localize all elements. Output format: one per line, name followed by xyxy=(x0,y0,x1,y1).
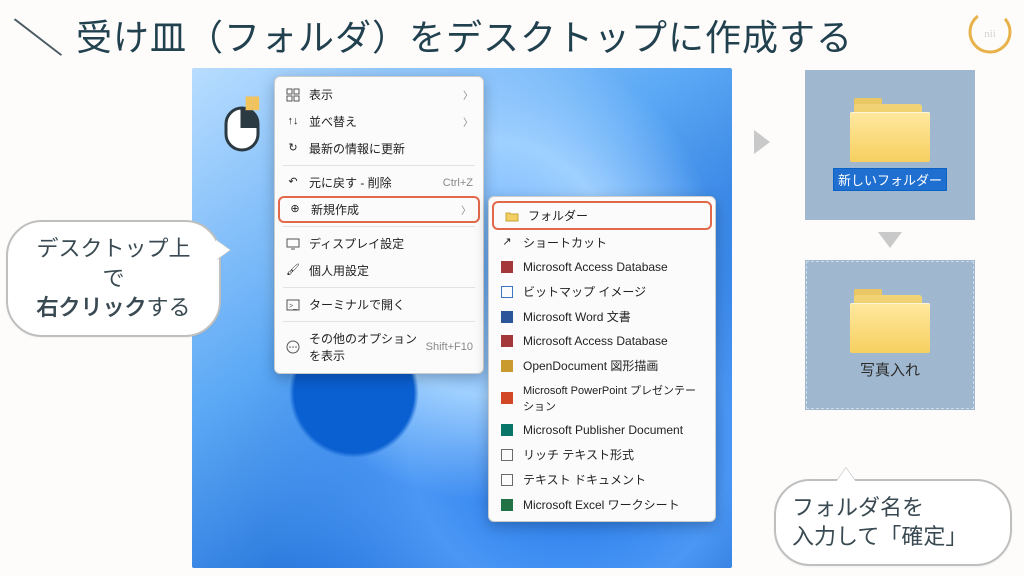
submenu-item-xls[interactable]: Microsoft Excel ワークシート xyxy=(489,492,715,517)
menu-item-terminal[interactable]: >_ ターミナルで開く xyxy=(275,291,483,318)
folder-icon xyxy=(504,208,520,224)
chevron-right-icon: 〉 xyxy=(463,114,473,129)
mouse-right-click-icon: ▮▮ xyxy=(222,104,262,159)
submenu-item-folder[interactable]: フォルダー xyxy=(492,201,712,230)
menu-item-new[interactable]: ⊕ 新規作成 〉 xyxy=(278,196,480,223)
menu-separator xyxy=(283,287,475,288)
excel-icon xyxy=(499,497,515,513)
bubble-text: フォルダ名を xyxy=(792,493,994,523)
menu-item-more-options[interactable]: その他のオプションを表示 Shift+F10 xyxy=(275,325,483,369)
menu-item-display-settings[interactable]: ディスプレイ設定 xyxy=(275,230,483,257)
submenu-label: Microsoft Access Database xyxy=(523,334,705,348)
menu-label: 並べ替え xyxy=(309,113,455,130)
more-icon xyxy=(285,339,301,355)
word-icon xyxy=(499,309,515,325)
desktop-screenshot: ▮▮ 表示 〉 ↑↓ 並べ替え 〉 ↻ 最新の情報に更新 ↶ 元に戻す - 削除… xyxy=(192,68,732,568)
menu-label: 元に戻す - 削除 xyxy=(309,174,435,191)
folder-large-icon xyxy=(850,100,930,162)
chevron-right-icon: 〉 xyxy=(463,87,473,102)
menu-item-sort[interactable]: ↑↓ 並べ替え 〉 xyxy=(275,108,483,135)
submenu-item-txt[interactable]: テキスト ドキュメント xyxy=(489,467,715,492)
renamed-folder-tile: 写真入れ xyxy=(805,260,975,410)
submenu-item-word[interactable]: Microsoft Word 文書 xyxy=(489,304,715,329)
chevron-right-icon: 〉 xyxy=(461,202,471,217)
access-icon xyxy=(499,333,515,349)
submenu-label: Microsoft Access Database xyxy=(523,260,705,274)
page-title: 受け皿（フォルダ）をデスクトップに作成する xyxy=(76,9,853,61)
folder-name-editing[interactable]: 新しいフォルダー xyxy=(833,168,947,191)
text-icon xyxy=(499,472,515,488)
submenu-label: ショートカット xyxy=(523,234,705,251)
submenu-label: OpenDocument 図形描画 xyxy=(523,357,705,374)
submenu-item-shortcut[interactable]: ↗ ショートカット xyxy=(489,230,715,255)
menu-label: 表示 xyxy=(309,86,455,103)
refresh-icon: ↻ xyxy=(285,141,301,157)
new-submenu: フォルダー ↗ ショートカット Microsoft Access Databas… xyxy=(488,196,716,522)
brand-logo: nii xyxy=(966,8,1014,56)
bubble-text: デスクトップ上で xyxy=(26,234,201,293)
submenu-label: フォルダー xyxy=(528,207,700,224)
menu-separator xyxy=(283,226,475,227)
submenu-item-rtf[interactable]: リッチ テキスト形式 xyxy=(489,442,715,467)
submenu-item-pub[interactable]: Microsoft Publisher Document xyxy=(489,418,715,442)
sort-icon: ↑↓ xyxy=(285,114,301,130)
step-arrow-down-icon xyxy=(878,232,902,248)
menu-shortcut: Shift+F10 xyxy=(426,341,473,353)
rtf-icon xyxy=(499,447,515,463)
submenu-label: Microsoft Publisher Document xyxy=(523,423,705,437)
menu-label: 最新の情報に更新 xyxy=(309,140,473,157)
menu-shortcut: Ctrl+Z xyxy=(443,177,473,189)
menu-item-view[interactable]: 表示 〉 xyxy=(275,81,483,108)
folder-name-label: 写真入れ xyxy=(860,359,920,380)
access-icon xyxy=(499,259,515,275)
submenu-label: Microsoft Excel ワークシート xyxy=(523,496,705,513)
grid-icon xyxy=(285,87,301,103)
submenu-label: Microsoft PowerPoint プレゼンテーション xyxy=(523,382,705,414)
menu-item-refresh[interactable]: ↻ 最新の情報に更新 xyxy=(275,135,483,162)
plus-circle-icon: ⊕ xyxy=(287,202,303,218)
submenu-label: リッチ テキスト形式 xyxy=(523,446,705,463)
menu-label: 個人用設定 xyxy=(309,262,473,279)
folder-large-icon xyxy=(850,291,930,353)
bubble-text: 入力して「確定」 xyxy=(792,522,994,552)
paint-icon: 🖌 xyxy=(285,263,301,279)
instruction-bubble-right: フォルダ名を 入力して「確定」 xyxy=(774,479,1012,566)
new-folder-tile: 新しいフォルダー xyxy=(805,70,975,220)
menu-label: ターミナルで開く xyxy=(309,296,473,313)
menu-item-personalize[interactable]: 🖌 個人用設定 xyxy=(275,257,483,284)
terminal-icon: >_ xyxy=(285,297,301,313)
menu-label: その他のオプションを表示 xyxy=(309,330,418,364)
menu-label: 新規作成 xyxy=(311,201,453,218)
submenu-item-bitmap[interactable]: ビットマップ イメージ xyxy=(489,279,715,304)
image-icon xyxy=(499,284,515,300)
shortcut-icon: ↗ xyxy=(499,235,515,251)
svg-text:>_: >_ xyxy=(289,303,297,310)
publisher-icon xyxy=(499,422,515,438)
submenu-label: ビットマップ イメージ xyxy=(523,283,705,300)
menu-separator xyxy=(283,165,475,166)
submenu-label: Microsoft Word 文書 xyxy=(523,308,705,325)
submenu-label: テキスト ドキュメント xyxy=(523,471,705,488)
menu-separator xyxy=(283,321,475,322)
svg-text:nii: nii xyxy=(984,28,996,40)
opendocument-icon xyxy=(499,358,515,374)
submenu-item-access2[interactable]: Microsoft Access Database xyxy=(489,329,715,353)
menu-label: ディスプレイ設定 xyxy=(309,235,473,252)
desktop-context-menu: 表示 〉 ↑↓ 並べ替え 〉 ↻ 最新の情報に更新 ↶ 元に戻す - 削除 Ct… xyxy=(274,76,484,374)
menu-item-undo[interactable]: ↶ 元に戻す - 削除 Ctrl+Z xyxy=(275,169,483,196)
title-slash-decoration: ＼ xyxy=(12,6,64,64)
step-arrow-right-icon xyxy=(754,130,770,154)
monitor-icon xyxy=(285,236,301,252)
submenu-item-access[interactable]: Microsoft Access Database xyxy=(489,255,715,279)
instruction-bubble-left: デスクトップ上で 右クリックする xyxy=(6,220,221,337)
powerpoint-icon xyxy=(499,390,515,406)
bubble-text: 右クリックする xyxy=(26,293,201,323)
submenu-item-odg[interactable]: OpenDocument 図形描画 xyxy=(489,353,715,378)
undo-icon: ↶ xyxy=(285,175,301,191)
submenu-item-ppt[interactable]: Microsoft PowerPoint プレゼンテーション xyxy=(489,378,715,418)
